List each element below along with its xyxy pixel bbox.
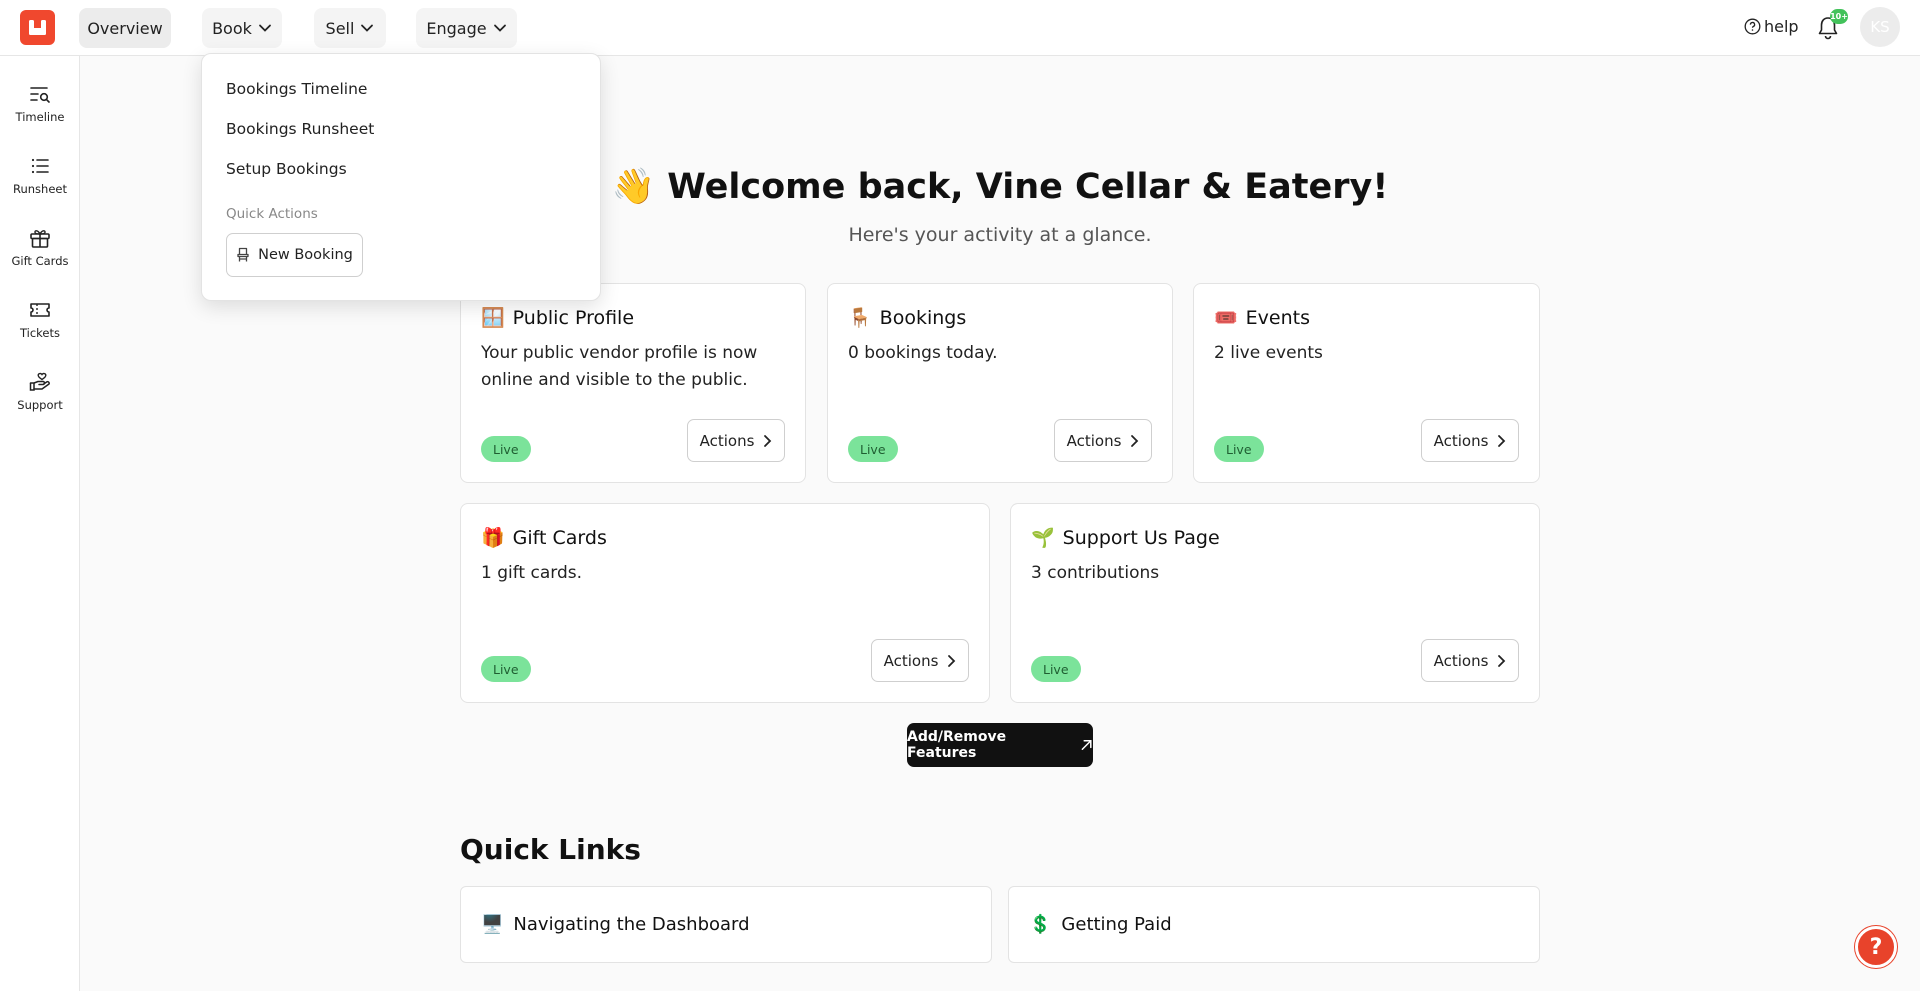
- card-description: 2 live events: [1214, 343, 1323, 363]
- chevron-right-icon: [1498, 434, 1506, 447]
- sidebar-item-label: Support: [17, 398, 63, 412]
- actions-label: Actions: [699, 431, 755, 450]
- nav-book[interactable]: Book: [202, 8, 282, 48]
- help-fab-button[interactable]: ?: [1855, 926, 1897, 968]
- gift-icon: 🎁: [481, 527, 505, 549]
- card-title-label: Events: [1245, 306, 1311, 329]
- chair-icon: [237, 247, 249, 262]
- add-remove-label: Add/Remove Features: [907, 729, 1007, 761]
- waving-hand-icon: 👋: [611, 167, 656, 207]
- book-dropdown-menu: Bookings Timeline Bookings Runsheet Setu…: [201, 53, 601, 301]
- card-title: 🎁 Gift Cards: [481, 526, 607, 550]
- notification-badge: 10+: [1830, 9, 1848, 24]
- nav-overview[interactable]: Overview: [79, 8, 171, 48]
- quick-link-label: Navigating the Dashboard: [513, 914, 750, 935]
- sidebar-item-label: Gift Cards: [11, 254, 69, 268]
- actions-button[interactable]: Actions: [1054, 419, 1152, 462]
- card-title-label: Gift Cards: [512, 526, 607, 549]
- new-booking-label: New Booking: [258, 247, 353, 263]
- nav-engage-label: Engage: [426, 18, 487, 38]
- seedling-icon: 🌱: [1031, 527, 1055, 549]
- actions-button[interactable]: Actions: [1421, 639, 1519, 682]
- quick-links-heading: Quick Links: [460, 833, 641, 866]
- arrow-up-right-icon: [1081, 740, 1092, 750]
- card-support-us-page: 🌱 Support Us Page 3 contributions Live A…: [1010, 503, 1540, 703]
- actions-label: Actions: [1433, 651, 1489, 670]
- card-title: 🪟 Public Profile: [481, 306, 635, 330]
- card-title: 🪑 Bookings: [848, 306, 967, 330]
- card-description: 0 bookings today.: [848, 343, 998, 363]
- chevron-right-icon: [1131, 434, 1139, 447]
- status-badge: Live: [848, 436, 898, 462]
- chevron-down-icon: [259, 24, 271, 32]
- timeline-search-icon: [30, 87, 50, 103]
- menu-item-bookings-runsheet[interactable]: Bookings Runsheet: [226, 120, 374, 138]
- card-description: 1 gift cards.: [481, 563, 582, 583]
- chevron-down-icon: [493, 24, 506, 32]
- quick-link-getting-paid[interactable]: 💲 Getting Paid: [1008, 886, 1540, 963]
- chevron-right-icon: [764, 434, 772, 447]
- welcome-text: Welcome back, Vine Cellar & Eatery!: [667, 166, 1389, 207]
- status-badge: Live: [481, 436, 531, 462]
- new-booking-button[interactable]: New Booking: [226, 233, 363, 277]
- card-title-label: Public Profile: [512, 306, 635, 329]
- card-description: Your public vendor profile is now online…: [481, 343, 758, 390]
- card-events: 🎟️ Events 2 live events Live Actions: [1193, 283, 1540, 483]
- sidebar-item-timeline[interactable]: Timeline: [0, 82, 80, 142]
- chevron-down-icon: [361, 24, 374, 32]
- help-link[interactable]: help: [1744, 17, 1799, 36]
- chevron-right-icon: [948, 654, 956, 667]
- nav-sell-label: Sell: [325, 18, 355, 38]
- sidebar-item-support[interactable]: Support: [0, 370, 80, 430]
- sidebar-item-tickets[interactable]: Tickets: [0, 298, 80, 358]
- help-label: help: [1764, 17, 1799, 36]
- brand-logo[interactable]: [20, 10, 55, 45]
- logo-mark-icon: [29, 20, 46, 35]
- card-title-label: Bookings: [879, 306, 967, 329]
- actions-button[interactable]: Actions: [871, 639, 969, 682]
- actions-button[interactable]: Actions: [1421, 419, 1519, 462]
- help-circle-icon: [1744, 18, 1761, 35]
- nav-engage[interactable]: Engage: [416, 8, 517, 48]
- card-bookings: 🪑 Bookings 0 bookings today. Live Action…: [827, 283, 1173, 483]
- sidebar-item-label: Tickets: [19, 326, 60, 340]
- card-title: 🌱 Support Us Page: [1031, 526, 1220, 550]
- card-title-label: Support Us Page: [1062, 526, 1220, 549]
- actions-button[interactable]: Actions: [687, 419, 785, 462]
- card-gift-cards: 🎁 Gift Cards 1 gift cards. Live Actions: [460, 503, 990, 703]
- actions-label: Actions: [1433, 431, 1489, 450]
- nav-book-label: Book: [212, 18, 252, 38]
- status-badge: Live: [1031, 656, 1081, 682]
- add-remove-features-button[interactable]: Add/Remove Features: [907, 723, 1093, 767]
- card-title: 🎟️ Events: [1214, 306, 1311, 330]
- card-description: 3 contributions: [1031, 563, 1160, 583]
- status-badge: Live: [481, 656, 531, 682]
- quick-link-navigating-dashboard[interactable]: 🖥️ Navigating the Dashboard: [460, 886, 992, 963]
- top-bar: Overview Book Sell Engage help 10+ KS: [0, 0, 1920, 56]
- menu-item-bookings-timeline[interactable]: Bookings Timeline: [226, 80, 367, 98]
- hand-heart-icon: [29, 372, 50, 391]
- status-badge: Live: [1214, 436, 1264, 462]
- menu-item-setup-bookings[interactable]: Setup Bookings: [226, 160, 347, 178]
- sidebar-item-label: Timeline: [15, 110, 65, 124]
- nav-sell[interactable]: Sell: [314, 8, 386, 48]
- chevron-right-icon: [1498, 654, 1506, 667]
- quick-link-label: Getting Paid: [1061, 914, 1172, 935]
- actions-label: Actions: [883, 651, 939, 670]
- card-public-profile: 🪟 Public Profile Your public vendor prof…: [460, 283, 806, 483]
- ticket-icon: [30, 303, 50, 317]
- window-icon: 🪟: [481, 307, 505, 329]
- ticket-icon: 🎟️: [1214, 307, 1238, 329]
- desktop-computer-icon: 🖥️: [481, 914, 504, 935]
- actions-label: Actions: [1066, 431, 1122, 450]
- chair-icon: 🪑: [848, 307, 872, 329]
- avatar[interactable]: KS: [1860, 7, 1900, 47]
- nav-overview-label: Overview: [87, 18, 163, 38]
- dollar-sign-icon: 💲: [1029, 914, 1052, 935]
- quick-actions-label: Quick Actions: [226, 206, 318, 222]
